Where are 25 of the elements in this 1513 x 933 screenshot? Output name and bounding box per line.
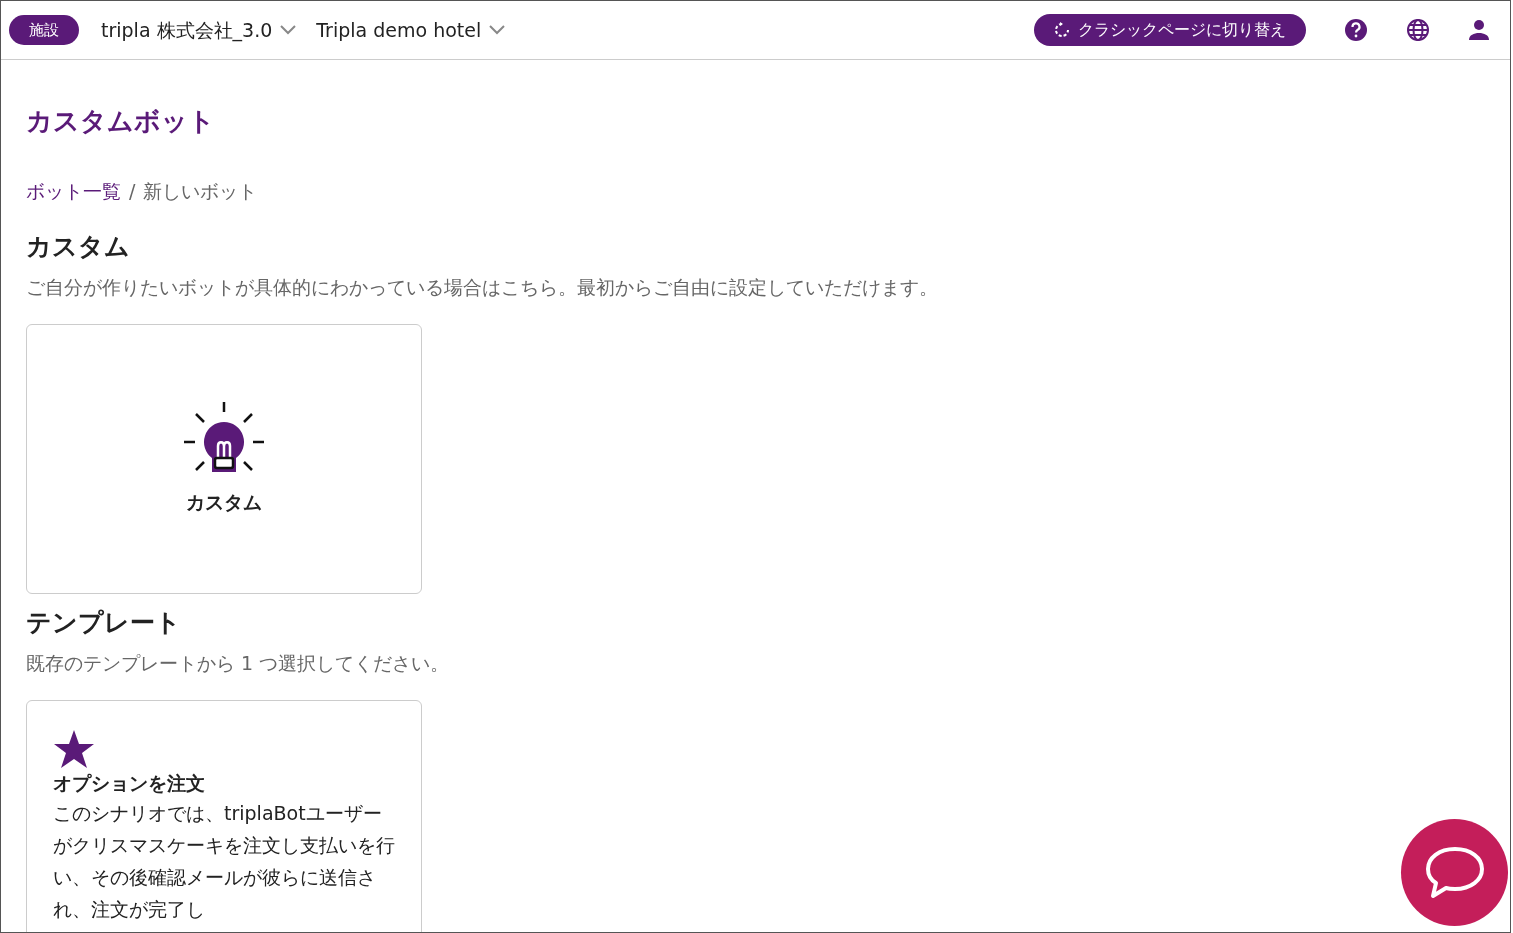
user-icon[interactable] — [1468, 18, 1490, 42]
globe-icon[interactable] — [1406, 18, 1430, 42]
facility-badge: 施設 — [9, 14, 79, 46]
hotel-selector[interactable]: Tripla demo hotel — [310, 14, 512, 46]
company-selector[interactable]: tripla 株式会社_3.0 — [95, 14, 303, 46]
section-description: ご自分が作りたいボットが具体的にわかっている場合はこちら。最初からご自由に設定していただけます。 — [26, 275, 939, 300]
star-icon — [53, 728, 95, 769]
page-title: カスタムボット — [26, 105, 216, 138]
card-title: カスタム — [186, 490, 262, 516]
section-heading: テンプレート — [26, 606, 182, 639]
card-description: このシナリオでは、triplaBotユーザーがクリスマスケーキを注文し支払いを行い、その後確認メールが彼らに送信され、注文が完了し — [53, 801, 395, 922]
speech-bubble-icon — [1423, 844, 1486, 901]
section-description: 既存のテンプレートから 1 つ選択してください。 — [26, 651, 451, 676]
help-icon[interactable] — [1344, 18, 1368, 42]
chevron-down-icon — [489, 25, 506, 35]
breadcrumb-separator: / — [129, 179, 136, 204]
custom-bot-card[interactable]: カスタム — [26, 323, 422, 594]
switch-classic-button[interactable]: クラシックページに切り替え — [1034, 14, 1306, 46]
breadcrumb-link[interactable]: ボット一覧 — [26, 177, 121, 206]
chevron-down-icon — [280, 25, 297, 35]
section-heading: カスタム — [26, 230, 131, 263]
breadcrumb-current: 新しいボット — [143, 179, 258, 204]
card-title: オプションを注文 — [53, 770, 206, 796]
refresh-icon — [1054, 22, 1070, 38]
template-card[interactable]: オプションを注文 このシナリオでは、triplaBotユーザーがクリスマスケーキを注文し支払いを行い、その後確認メールが彼らに送信され、注文が完了し — [26, 699, 422, 932]
